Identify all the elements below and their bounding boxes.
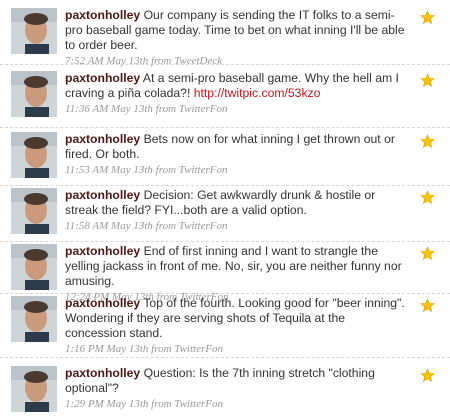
tweet-meta: 7:52 AM May 13th from TweetDeck bbox=[65, 55, 405, 68]
tweet-meta: 11:53 AM May 13th from TwitterFon bbox=[65, 164, 405, 177]
username-link[interactable]: paxtonholley bbox=[65, 71, 140, 85]
tweet-timestamp[interactable]: 11:36 AM May 13th bbox=[65, 103, 153, 115]
star-icon[interactable] bbox=[420, 10, 435, 25]
avatar[interactable] bbox=[11, 244, 57, 290]
star-icon[interactable] bbox=[420, 73, 435, 88]
tweet-item: paxtonholley Question: Is the 7th inning… bbox=[0, 366, 450, 418]
tweet-timestamp[interactable]: 11:53 AM May 13th bbox=[65, 164, 153, 176]
tweet-link[interactable]: http://twitpic.com/53kzo bbox=[194, 86, 321, 100]
avatar[interactable] bbox=[11, 188, 57, 234]
star-icon[interactable] bbox=[420, 134, 435, 149]
star-icon[interactable] bbox=[420, 190, 435, 205]
tweet-body: paxtonholley End of first inning and I w… bbox=[65, 244, 405, 304]
tweet-body: paxtonholley Bets now on for what inning… bbox=[65, 132, 405, 177]
tweet-timestamp[interactable]: 1:29 PM May 13th bbox=[65, 398, 148, 410]
from-label: from bbox=[155, 103, 177, 115]
tweet-meta: 1:16 PM May 13th from TwitterFon bbox=[65, 343, 405, 356]
tweet-timeline: paxtonholley Our company is sending the … bbox=[0, 0, 450, 420]
username-link[interactable]: paxtonholley bbox=[65, 188, 140, 202]
from-label: from bbox=[155, 164, 177, 176]
tweet-timestamp[interactable]: 11:58 AM May 13th bbox=[65, 220, 153, 232]
from-label: from bbox=[155, 220, 177, 232]
tweet-body: paxtonholley Top of the fourth. Looking … bbox=[65, 296, 405, 356]
tweet-item: paxtonholley Top of the fourth. Looking … bbox=[0, 296, 450, 358]
username-link[interactable]: paxtonholley bbox=[65, 8, 140, 22]
tweet-item: paxtonholley End of first inning and I w… bbox=[0, 244, 450, 303]
avatar[interactable] bbox=[11, 71, 57, 117]
username-link[interactable]: paxtonholley bbox=[65, 296, 140, 310]
tweet-meta: 11:58 AM May 13th from TwitterFon bbox=[65, 220, 405, 233]
username-link[interactable]: paxtonholley bbox=[65, 132, 140, 146]
tweet-source[interactable]: TweetDeck bbox=[174, 55, 222, 67]
tweet-item: paxtonholley Decision: Get awkwardly dru… bbox=[0, 188, 450, 242]
username-link[interactable]: paxtonholley bbox=[65, 244, 140, 258]
tweet-source[interactable]: TwitterFon bbox=[179, 103, 228, 115]
tweet-meta: 11:36 AM May 13th from TwitterFon bbox=[65, 103, 405, 116]
star-icon[interactable] bbox=[420, 246, 435, 261]
username-link[interactable]: paxtonholley bbox=[65, 366, 140, 380]
from-label: from bbox=[151, 343, 172, 355]
tweet-body: paxtonholley Question: Is the 7th inning… bbox=[65, 366, 405, 411]
tweet-body: paxtonholley Our company is sending the … bbox=[65, 8, 405, 68]
avatar[interactable] bbox=[11, 132, 57, 178]
tweet-timestamp[interactable]: 1:16 PM May 13th bbox=[65, 343, 148, 355]
from-label: from bbox=[150, 55, 172, 67]
avatar[interactable] bbox=[11, 366, 57, 412]
tweet-body: paxtonholley Decision: Get awkwardly dru… bbox=[65, 188, 405, 233]
star-icon[interactable] bbox=[420, 298, 435, 313]
from-label: from bbox=[151, 398, 172, 410]
tweet-source[interactable]: TwitterFon bbox=[174, 398, 223, 410]
tweet-meta: 1:29 PM May 13th from TwitterFon bbox=[65, 398, 405, 411]
tweet-source[interactable]: TwitterFon bbox=[179, 164, 228, 176]
tweet-source[interactable]: TwitterFon bbox=[179, 220, 228, 232]
tweet-timestamp[interactable]: 7:52 AM May 13th bbox=[65, 55, 148, 67]
tweet-item: paxtonholley At a semi-pro baseball game… bbox=[0, 71, 450, 128]
avatar[interactable] bbox=[11, 296, 57, 342]
avatar[interactable] bbox=[11, 8, 57, 54]
star-icon[interactable] bbox=[420, 368, 435, 383]
tweet-item: paxtonholley Bets now on for what inning… bbox=[0, 132, 450, 186]
tweet-item: paxtonholley Our company is sending the … bbox=[0, 8, 450, 68]
tweet-body: paxtonholley At a semi-pro baseball game… bbox=[65, 71, 405, 116]
tweet-source[interactable]: TwitterFon bbox=[174, 343, 223, 355]
